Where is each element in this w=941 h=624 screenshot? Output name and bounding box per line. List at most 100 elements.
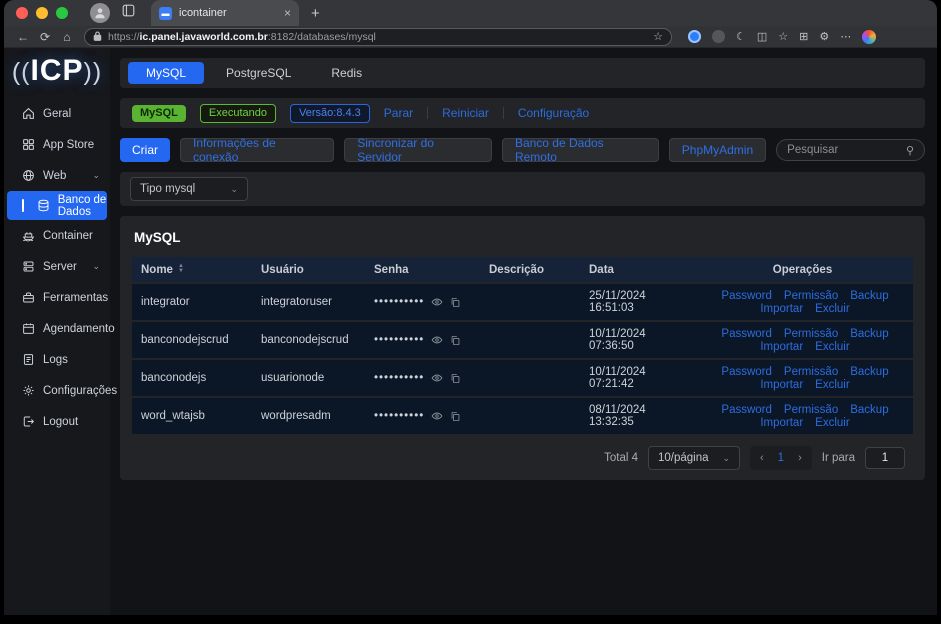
eye-icon[interactable] — [431, 334, 443, 346]
col-operacoes: Operações — [692, 264, 913, 276]
config-link[interactable]: Configuração — [518, 106, 589, 120]
split-screen-icon[interactable]: ◫ — [757, 30, 767, 43]
globe-icon — [22, 169, 35, 182]
sidebar-item-server[interactable]: Server ⌄ — [4, 251, 110, 282]
favorites-icon[interactable]: ☆ — [778, 30, 788, 43]
phpmyadmin-button[interactable]: PhpMyAdmin — [669, 138, 766, 162]
sidebar-item-label: Server — [43, 261, 77, 273]
sidebar-item-banco-de-dados[interactable]: Banco de Dados — [7, 191, 107, 220]
tab-mysql[interactable]: MySQL — [128, 62, 204, 84]
cell-nome: banconodejs — [132, 372, 252, 384]
eye-icon[interactable] — [431, 410, 443, 422]
op-backup-link[interactable]: Backup — [850, 290, 888, 302]
new-tab-button[interactable]: + — [311, 5, 320, 22]
sidebar-item-logs[interactable]: Logs — [4, 344, 110, 375]
sync-server-button[interactable]: Sincronizar do Servidor — [344, 138, 492, 162]
close-window-button[interactable] — [16, 7, 28, 19]
collections-icon[interactable]: ⊞ — [799, 30, 808, 43]
remote-db-button[interactable]: Banco de Dados Remoto — [502, 138, 659, 162]
page-size-select[interactable]: 10/página ⌄ — [648, 446, 740, 470]
type-select[interactable]: Tipo mysql ⌄ — [130, 177, 248, 201]
tab-close-icon[interactable]: × — [284, 7, 291, 19]
copy-icon[interactable] — [450, 373, 461, 384]
op-permissao-link[interactable]: Permissão — [784, 366, 838, 378]
search-box[interactable]: ⚲ — [776, 139, 925, 161]
col-descricao: Descrição — [480, 264, 580, 276]
sidebar-item-geral[interactable]: Geral — [4, 98, 110, 129]
copy-icon[interactable] — [450, 297, 461, 308]
maximize-window-button[interactable] — [56, 7, 68, 19]
password-mask: •••••••••• — [374, 296, 424, 308]
sidebar-item-web[interactable]: Web ⌄ — [4, 160, 110, 191]
sidebar-item-container[interactable]: Container — [4, 220, 110, 251]
op-backup-link[interactable]: Backup — [850, 404, 888, 416]
prev-page-button[interactable]: ‹ — [760, 452, 764, 464]
op-backup-link[interactable]: Backup — [850, 366, 888, 378]
sidebar-item-label: Banco de Dados — [58, 194, 107, 218]
col-nome[interactable]: Nome▲▼ — [132, 264, 252, 276]
op-excluir-link[interactable]: Excluir — [815, 341, 850, 353]
sidebar-item-app-store[interactable]: App Store — [4, 129, 110, 160]
tab-postgresql[interactable]: PostgreSQL — [208, 62, 309, 84]
current-page[interactable]: 1 — [778, 452, 784, 464]
extension-blue-icon[interactable] — [688, 30, 701, 43]
sidebar-item-logout[interactable]: Logout — [4, 406, 110, 437]
goto-page-input[interactable] — [865, 447, 905, 469]
col-usuario: Usuário — [252, 264, 365, 276]
restart-link[interactable]: Reiniciar — [442, 106, 489, 120]
op-password-link[interactable]: Password — [721, 328, 772, 340]
op-permissao-link[interactable]: Permissão — [784, 328, 838, 340]
op-importar-link[interactable]: Importar — [760, 303, 803, 315]
op-permissao-link[interactable]: Permissão — [784, 404, 838, 416]
home-icon[interactable]: ⌂ — [56, 30, 78, 44]
sort-icon[interactable]: ▲▼ — [178, 264, 184, 274]
op-excluir-link[interactable]: Excluir — [815, 379, 850, 391]
eye-icon[interactable] — [431, 372, 443, 384]
sidebar-item-agendamento[interactable]: Agendamento — [4, 313, 110, 344]
create-button[interactable]: Criar — [120, 138, 170, 162]
sidebar-item-label: Web — [43, 170, 66, 182]
op-password-link[interactable]: Password — [721, 366, 772, 378]
eye-icon[interactable] — [431, 296, 443, 308]
sidebar-item-configuracoes[interactable]: Configurações — [4, 375, 110, 406]
op-permissao-link[interactable]: Permissão — [784, 290, 838, 302]
back-icon[interactable]: ← — [12, 30, 34, 44]
profile-avatar[interactable] — [90, 3, 110, 23]
op-password-link[interactable]: Password — [721, 404, 772, 416]
browser-essentials-icon[interactable]: ☾ — [736, 30, 746, 43]
sidebar-item-ferramentas[interactable]: Ferramentas — [4, 282, 110, 313]
minimize-window-button[interactable] — [36, 7, 48, 19]
search-input[interactable] — [787, 144, 906, 156]
op-importar-link[interactable]: Importar — [760, 341, 803, 353]
copy-icon[interactable] — [450, 335, 461, 346]
toolbox-icon — [22, 291, 35, 304]
copilot-icon[interactable] — [862, 30, 876, 44]
connection-info-button[interactable]: Informações de conexão — [180, 138, 334, 162]
workspaces-icon[interactable] — [122, 4, 135, 22]
extension-dim-icon[interactable] — [712, 30, 725, 43]
settings-sync-icon[interactable]: ⚙ — [819, 30, 829, 43]
op-excluir-link[interactable]: Excluir — [815, 417, 850, 429]
reload-icon[interactable]: ⟳ — [34, 30, 56, 44]
bookmark-star-icon[interactable]: ☆ — [653, 30, 663, 43]
tab-redis[interactable]: Redis — [313, 62, 380, 84]
browser-tab[interactable]: ▬ icontainer × — [151, 0, 299, 26]
op-importar-link[interactable]: Importar — [760, 379, 803, 391]
table-header: Nome▲▼ Usuário Senha Descrição Data Oper… — [132, 257, 913, 282]
copy-icon[interactable] — [450, 411, 461, 422]
op-excluir-link[interactable]: Excluir — [815, 303, 850, 315]
next-page-button[interactable]: › — [798, 452, 802, 464]
address-bar[interactable]: https://ic.panel.javaworld.com.br:8182/d… — [84, 28, 672, 46]
password-mask: •••••••••• — [374, 334, 424, 346]
stop-link[interactable]: Parar — [384, 106, 413, 120]
database-table-panel: MySQL Nome▲▼ Usuário Senha Descrição Dat… — [120, 216, 925, 480]
more-menu-icon[interactable]: ⋯ — [840, 30, 851, 43]
lock-icon — [93, 31, 102, 43]
op-backup-link[interactable]: Backup — [850, 328, 888, 340]
op-importar-link[interactable]: Importar — [760, 417, 803, 429]
database-icon — [37, 199, 50, 212]
window-controls[interactable] — [4, 7, 78, 19]
total-count: Total 4 — [604, 452, 638, 464]
op-password-link[interactable]: Password — [721, 290, 772, 302]
app-area: ((ICP)) Geral App Store Web ⌄ — [4, 48, 937, 615]
